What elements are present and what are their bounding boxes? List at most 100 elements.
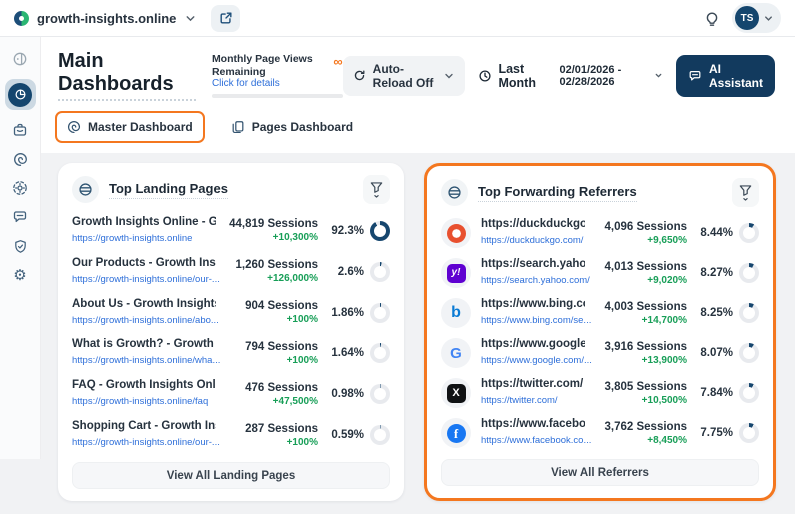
page-views-quota: Monthly Page Views Remaining Click for d… <box>212 53 343 98</box>
shield-check-icon[interactable] <box>11 237 29 255</box>
card-title: Top Landing Pages <box>109 181 228 199</box>
change-value: +100% <box>216 437 318 448</box>
referrer-row: y! https://search.yahoo.com/ https://sea… <box>441 253 759 293</box>
briefcase-icon[interactable] <box>11 121 29 139</box>
landing-page-row: About Us - Growth Insights Online https:… <box>72 293 390 333</box>
filter-button[interactable] <box>732 178 759 207</box>
landing-page-url[interactable]: https://growth-insights.online <box>72 233 192 244</box>
sidebar-item-dashboards[interactable] <box>5 79 36 110</box>
infinity-icon: ∞ <box>333 55 342 68</box>
landing-page-url[interactable]: https://growth-insights.online/wha... <box>72 355 220 366</box>
change-value: +100% <box>216 355 318 366</box>
share-value: 7.84% <box>700 387 733 399</box>
landing-page-title: FAQ - Growth Insights Online <box>72 379 216 391</box>
automation-gear-icon[interactable] <box>11 179 29 197</box>
tab-label: Master Dashboard <box>88 120 193 134</box>
lightbulb-icon[interactable] <box>704 10 720 27</box>
swirl-icon[interactable] <box>11 150 29 168</box>
avatar: TS <box>735 6 759 30</box>
swirl-icon <box>67 120 81 134</box>
tab-pages-dashboard[interactable]: Pages Dashboard <box>221 113 363 141</box>
landing-page-row: Growth Insights Online - Growth I... htt… <box>72 211 390 251</box>
referrer-title: https://www.google.com... <box>481 338 585 350</box>
quota-progress-bar <box>212 94 343 98</box>
chat-bubble-icon <box>688 69 702 83</box>
sessions-value: 4,096 Sessions <box>585 221 687 233</box>
top-bar: growth-insights.online TS <box>0 0 795 37</box>
left-sidebar: ⚙ <box>0 37 41 459</box>
change-value: +13,900% <box>585 355 687 366</box>
date-range-selector[interactable]: 02/01/2026 - 02/28/2026 <box>559 64 663 88</box>
share-ring <box>739 343 759 363</box>
auto-reload-label: Auto-Reload Off <box>373 62 437 90</box>
share-ring <box>739 383 759 403</box>
referrer-row: X https://twitter.com/ https://twitter.c… <box>441 373 759 413</box>
user-menu[interactable]: TS <box>732 3 781 33</box>
sessions-value: 287 Sessions <box>216 423 318 435</box>
share-ring <box>370 384 390 404</box>
share-value: 1.86% <box>331 307 364 319</box>
period-label: Last Month <box>498 62 546 90</box>
chevron-down-icon <box>654 71 663 80</box>
change-value: +47,500% <box>216 396 318 407</box>
landing-page-row: What is Growth? - Growth Insight... http… <box>72 333 390 373</box>
change-value: +100% <box>216 314 318 325</box>
referrer-title: https://www.facebook.c... <box>481 418 585 430</box>
landing-pages-list: Growth Insights Online - Growth I... htt… <box>72 208 390 456</box>
auto-reload-dropdown[interactable]: Auto-Reload Off <box>343 56 466 96</box>
view-all-referrers-button[interactable]: View All Referrers <box>441 459 759 486</box>
change-value: +10,300% <box>216 232 318 243</box>
quota-details-link[interactable]: Click for details <box>212 78 333 89</box>
landing-page-url[interactable]: https://growth-insights.online/abo... <box>72 315 219 326</box>
referrers-list: https://duckduckgo.com/ https://duckduck… <box>441 211 759 453</box>
sessions-value: 3,916 Sessions <box>585 341 687 353</box>
site-favicon-icon <box>14 11 29 26</box>
page-header: Main Dashboards Monthly Page Views Remai… <box>41 37 795 105</box>
share-ring <box>739 263 759 283</box>
settings-gear-icon[interactable]: ⚙ <box>11 266 29 284</box>
top-landing-pages-card: Top Landing Pages Growth Insights Online… <box>58 163 404 501</box>
share-ring <box>370 425 390 445</box>
view-all-landing-pages-button[interactable]: View All Landing Pages <box>72 462 390 489</box>
landing-page-row: Shopping Cart - Growth Insights ... http… <box>72 415 390 455</box>
panel-toggle-icon[interactable] <box>11 50 29 68</box>
referrer-url[interactable]: https://www.google.com/... <box>481 355 592 366</box>
landing-page-title: Growth Insights Online - Growth I... <box>72 216 216 228</box>
chevron-down-icon <box>184 12 197 25</box>
database-icon <box>441 179 468 206</box>
page-title: Main Dashboards <box>58 50 196 101</box>
referrer-favicon-icon <box>441 218 471 248</box>
referrer-url[interactable]: https://www.bing.com/se... <box>481 315 591 326</box>
external-link-icon <box>219 11 233 25</box>
chat-icon[interactable] <box>11 208 29 226</box>
dashboard-pie-icon <box>8 83 32 107</box>
database-icon <box>72 176 99 203</box>
pages-icon <box>231 120 245 134</box>
clock-icon <box>478 69 492 83</box>
tab-master-dashboard[interactable]: Master Dashboard <box>55 111 205 143</box>
sessions-value: 904 Sessions <box>216 300 318 312</box>
sessions-value: 4,013 Sessions <box>585 261 687 273</box>
landing-page-url[interactable]: https://growth-insights.online/our-... <box>72 274 220 285</box>
referrer-url[interactable]: https://twitter.com/ <box>481 395 558 406</box>
share-ring <box>739 423 759 443</box>
site-selector[interactable]: growth-insights.online <box>14 11 197 26</box>
referrer-url[interactable]: https://search.yahoo.com/ <box>481 275 590 286</box>
share-value: 0.59% <box>331 429 364 441</box>
open-site-button[interactable] <box>211 5 240 32</box>
sessions-value: 1,260 Sessions <box>216 259 318 271</box>
landing-page-url[interactable]: https://growth-insights.online/faq <box>72 396 208 407</box>
ai-assistant-button[interactable]: AI Assistant <box>676 55 775 97</box>
landing-page-url[interactable]: https://growth-insights.online/our-... <box>72 437 220 448</box>
share-ring <box>370 262 390 282</box>
share-value: 2.6% <box>338 266 364 278</box>
referrer-url[interactable]: https://www.facebook.co... <box>481 435 591 446</box>
period-selector[interactable]: Last Month <box>478 62 546 90</box>
referrer-title: https://twitter.com/ <box>481 378 585 390</box>
share-value: 7.75% <box>700 427 733 439</box>
share-ring <box>370 221 390 241</box>
sessions-value: 794 Sessions <box>216 341 318 353</box>
referrer-url[interactable]: https://duckduckgo.com/ <box>481 235 583 246</box>
filter-button[interactable] <box>363 175 390 204</box>
referrer-favicon-icon: f <box>441 418 471 448</box>
